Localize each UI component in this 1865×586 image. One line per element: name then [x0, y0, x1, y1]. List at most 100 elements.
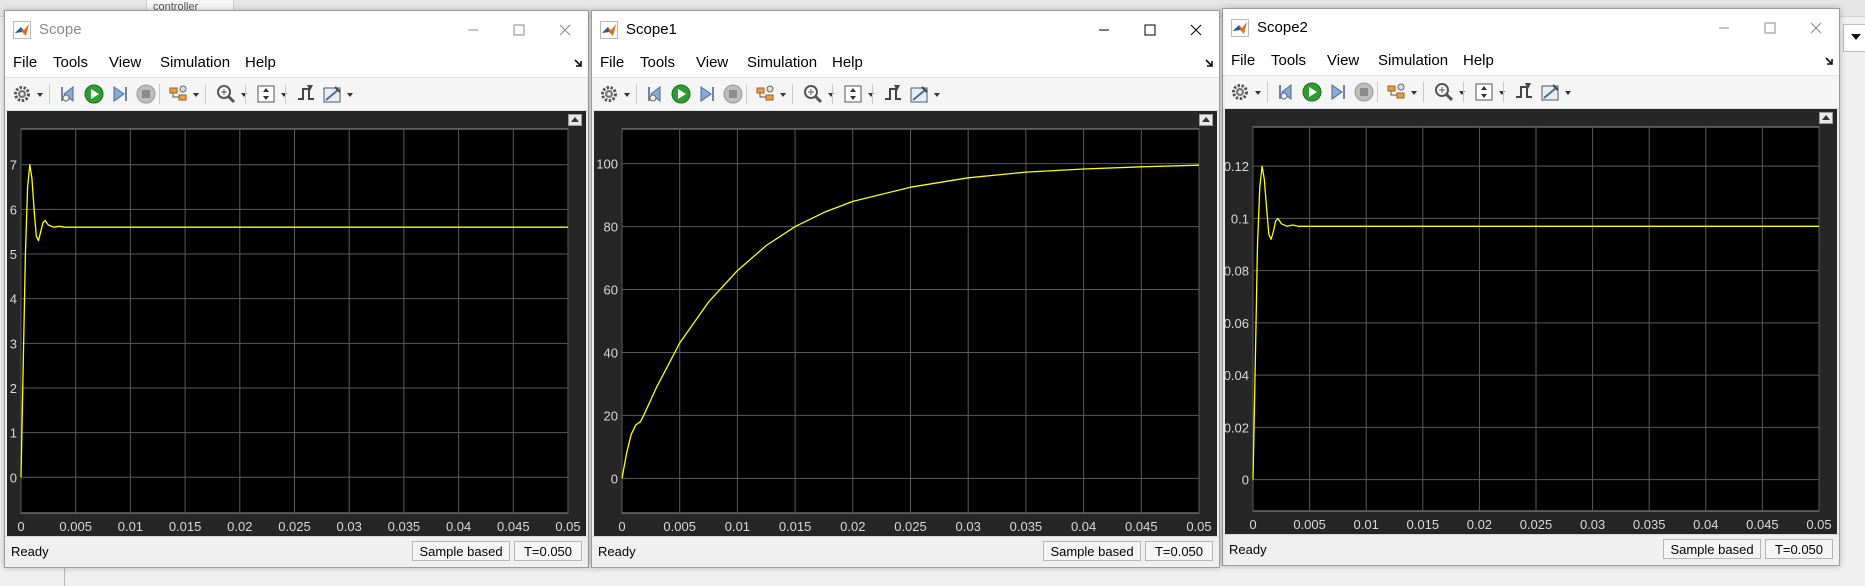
menu-tools[interactable]: Tools — [53, 55, 88, 71]
toolbar-separator — [205, 84, 206, 104]
autoscale-icon[interactable] — [255, 83, 277, 105]
stop-icon[interactable] — [135, 83, 157, 105]
menu-simulation[interactable]: Simulation — [160, 55, 230, 71]
measurements-icon[interactable] — [1539, 81, 1561, 103]
settings-icon[interactable] — [598, 83, 620, 105]
zoom-icon[interactable] — [215, 83, 237, 105]
signal-icon[interactable] — [1385, 81, 1407, 103]
menu-overflow-icon[interactable] — [1203, 58, 1215, 70]
undock-button[interactable] — [1199, 114, 1213, 126]
maximize-button[interactable] — [1747, 9, 1793, 47]
menu-help[interactable]: Help — [832, 55, 863, 71]
settings-icon[interactable] — [11, 83, 33, 105]
window-title: Scope — [39, 21, 82, 38]
close-button[interactable] — [1793, 9, 1839, 47]
menu-view[interactable]: View — [696, 55, 728, 71]
menu-overflow-icon[interactable] — [1823, 56, 1835, 68]
chevron-down-icon[interactable] — [1565, 91, 1571, 95]
x-tick-label: 0.01 — [118, 519, 143, 534]
chevron-down-icon[interactable] — [241, 93, 247, 97]
run-icon[interactable] — [1301, 81, 1323, 103]
title-bar[interactable]: Scope2 — [1223, 9, 1839, 47]
menu-view[interactable]: View — [1327, 53, 1359, 69]
autoscale-icon[interactable] — [1473, 81, 1495, 103]
menu-help[interactable]: Help — [245, 55, 276, 71]
chevron-down-icon[interactable] — [934, 93, 940, 97]
y-tick-label: 20 — [604, 408, 618, 423]
chevron-down-icon[interactable] — [1255, 91, 1261, 95]
minimize-button[interactable] — [450, 11, 496, 49]
run-icon[interactable] — [670, 83, 692, 105]
menu-tools[interactable]: Tools — [640, 55, 675, 71]
minimize-button[interactable] — [1701, 9, 1747, 47]
signal-icon[interactable] — [167, 83, 189, 105]
matlab-app-icon[interactable] — [13, 21, 31, 39]
step-forward-icon[interactable] — [696, 83, 718, 105]
close-button[interactable] — [542, 11, 588, 49]
chevron-down-icon[interactable] — [624, 93, 630, 97]
chevron-down-icon[interactable] — [828, 93, 834, 97]
chevron-down-icon[interactable] — [347, 93, 353, 97]
x-tick-label: 0.035 — [1633, 517, 1666, 532]
matlab-app-icon[interactable] — [600, 21, 618, 39]
step-back-icon[interactable] — [57, 83, 79, 105]
menu-simulation[interactable]: Simulation — [747, 55, 817, 71]
plot-svg[interactable]: 0 0.005 0.01 0.015 0.02 0.025 0.03 0.035 0.04 0.0… — [594, 111, 1217, 539]
measurements-icon[interactable] — [908, 83, 930, 105]
minimize-icon — [1719, 27, 1729, 29]
menu-file[interactable]: File — [600, 55, 624, 71]
zoom-icon[interactable] — [1433, 81, 1455, 103]
chevron-down-icon[interactable] — [37, 93, 43, 97]
title-bar[interactable]: Scope — [5, 11, 588, 49]
step-forward-icon[interactable] — [109, 83, 131, 105]
status-text: Ready — [1229, 542, 1267, 557]
menu-file[interactable]: File — [13, 55, 37, 71]
signal-icon[interactable] — [754, 83, 776, 105]
autoscale-icon[interactable] — [842, 83, 864, 105]
window-title: Scope1 — [626, 21, 677, 38]
chevron-down-icon[interactable] — [1499, 91, 1505, 95]
stop-icon[interactable] — [1353, 81, 1375, 103]
close-icon — [1190, 24, 1202, 36]
y-tick-label: 0.06 — [1225, 316, 1249, 331]
settings-icon[interactable] — [1229, 81, 1251, 103]
undock-button[interactable] — [568, 114, 582, 126]
minimize-button[interactable] — [1081, 11, 1127, 49]
menu-view[interactable]: View — [109, 55, 141, 71]
y-tick-label: 3 — [10, 336, 17, 351]
plot-svg[interactable]: 0 0.005 0.01 0.015 0.02 0.025 0.03 0.035 0.04 0.0… — [1225, 109, 1837, 537]
x-tick-label: 0.05 — [1806, 517, 1831, 532]
y-tick-label: 0 — [1242, 473, 1249, 488]
chevron-down-icon[interactable] — [1411, 91, 1417, 95]
triggers-icon[interactable] — [882, 83, 904, 105]
step-back-icon[interactable] — [1275, 81, 1297, 103]
zoom-icon[interactable] — [802, 83, 824, 105]
triggers-icon[interactable] — [295, 83, 317, 105]
plot-svg[interactable]: 0 0.005 0.01 0.015 0.02 0.025 0.03 0.035 0.04 0.0… — [7, 111, 586, 539]
menu-simulation[interactable]: Simulation — [1378, 53, 1448, 69]
triggers-icon[interactable] — [1513, 81, 1535, 103]
chevron-down-icon[interactable] — [868, 93, 874, 97]
maximize-button[interactable] — [1127, 11, 1173, 49]
menu-overflow-icon[interactable] — [572, 58, 584, 70]
stop-icon[interactable] — [722, 83, 744, 105]
menu-help[interactable]: Help — [1463, 53, 1494, 69]
run-icon[interactable] — [83, 83, 105, 105]
background-dropdown[interactable] — [1843, 24, 1865, 52]
maximize-button[interactable] — [496, 11, 542, 49]
chevron-down-icon[interactable] — [780, 93, 786, 97]
undock-button[interactable] — [1819, 112, 1833, 124]
chevron-down-icon[interactable] — [281, 93, 287, 97]
close-button[interactable] — [1173, 11, 1219, 49]
menu-tools[interactable]: Tools — [1271, 53, 1306, 69]
step-back-icon[interactable] — [644, 83, 666, 105]
measurements-icon[interactable] — [321, 83, 343, 105]
x-tick-label: 0.005 — [663, 519, 696, 534]
step-forward-icon[interactable] — [1327, 81, 1349, 103]
chevron-down-icon[interactable] — [193, 93, 199, 97]
title-bar[interactable]: Scope1 — [592, 11, 1219, 49]
status-bar: Ready Sample based T=0.050 — [5, 536, 588, 567]
chevron-down-icon[interactable] — [1459, 91, 1465, 95]
matlab-app-icon[interactable] — [1231, 19, 1249, 37]
menu-file[interactable]: File — [1231, 53, 1255, 69]
